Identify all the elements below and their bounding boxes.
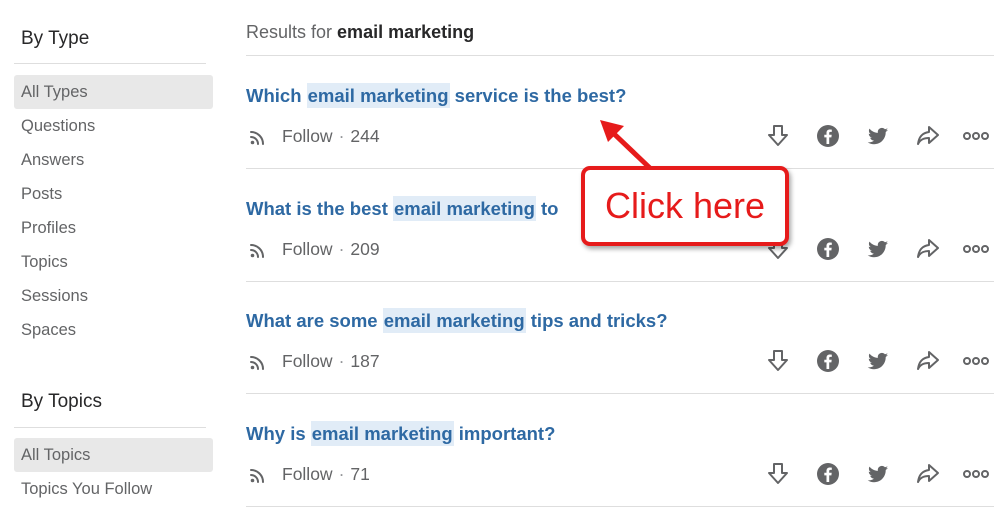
- filter-topics-you-follow[interactable]: Topics You Follow: [14, 472, 213, 506]
- question-text: service is the best?: [449, 85, 627, 106]
- twitter-icon[interactable]: [864, 122, 892, 150]
- question-text: to: [535, 198, 559, 219]
- facebook-icon[interactable]: [814, 235, 842, 263]
- follow-rss-icon: [250, 356, 264, 370]
- filter-topics[interactable]: Topics: [14, 245, 213, 279]
- query-highlight: email marketing: [382, 308, 526, 333]
- follow-count: 71: [350, 463, 370, 484]
- by-topics-heading: By Topics: [21, 391, 102, 412]
- more-icon[interactable]: [962, 460, 990, 488]
- filter-answers[interactable]: Answers: [14, 143, 213, 177]
- follow-rss-icon: [250, 244, 264, 258]
- divider: [246, 281, 994, 282]
- more-icon[interactable]: [962, 347, 990, 375]
- follow-button[interactable]: Follow · 209: [246, 235, 380, 263]
- follow-count: 209: [350, 238, 380, 259]
- divider: [246, 55, 994, 56]
- follow-count: 187: [350, 350, 380, 371]
- question-text: important?: [453, 423, 556, 444]
- by-type-heading: By Type: [21, 28, 90, 49]
- query-highlight: email marketing: [310, 421, 454, 446]
- downvote-icon[interactable]: [764, 122, 792, 150]
- filter-posts[interactable]: Posts: [14, 177, 213, 211]
- follow-button[interactable]: Follow · 187: [246, 347, 380, 375]
- filter-all-topics[interactable]: All Topics: [14, 438, 213, 472]
- separator: ·: [338, 463, 345, 484]
- query-highlight: email marketing: [306, 83, 450, 108]
- divider: [14, 427, 206, 428]
- facebook-icon[interactable]: [814, 460, 842, 488]
- divider: [246, 393, 994, 394]
- results-header: Results for email marketing: [246, 22, 474, 43]
- separator: ·: [338, 350, 345, 371]
- result-actions: [760, 347, 994, 375]
- result-question-link[interactable]: What is the best email marketing to: [246, 196, 559, 221]
- share-icon[interactable]: [914, 347, 942, 375]
- follow-count: 244: [350, 125, 380, 146]
- result-question-link[interactable]: Why is email marketing important?: [246, 421, 556, 446]
- downvote-icon[interactable]: [764, 347, 792, 375]
- follow-label: Follow: [282, 238, 333, 259]
- question-text: What is the best: [246, 198, 393, 219]
- question-text: tips and tricks?: [525, 310, 668, 331]
- facebook-icon[interactable]: [814, 122, 842, 150]
- result-actions: [760, 235, 994, 263]
- twitter-icon[interactable]: [864, 347, 892, 375]
- more-icon[interactable]: [962, 235, 990, 263]
- share-icon[interactable]: [914, 122, 942, 150]
- follow-button[interactable]: Follow · 71: [246, 460, 370, 488]
- share-icon[interactable]: [914, 460, 942, 488]
- follow-label: Follow: [282, 463, 333, 484]
- question-text: Which: [246, 85, 307, 106]
- more-icon[interactable]: [962, 122, 990, 150]
- facebook-icon[interactable]: [814, 347, 842, 375]
- follow-label: Follow: [282, 350, 333, 371]
- downvote-icon[interactable]: [764, 460, 792, 488]
- filter-questions[interactable]: Questions: [14, 109, 213, 143]
- filter-sessions[interactable]: Sessions: [14, 279, 213, 313]
- follow-button[interactable]: Follow · 244: [246, 122, 380, 150]
- result-question-link[interactable]: What are some email marketing tips and t…: [246, 308, 668, 333]
- results-prefix: Results for: [246, 22, 333, 42]
- callout-text: Click here: [604, 185, 766, 226]
- question-text: What are some: [246, 310, 383, 331]
- result-actions: [760, 122, 994, 150]
- divider: [246, 506, 994, 507]
- filter-all-types[interactable]: All Types: [14, 75, 213, 109]
- annotation-callout: Click here: [581, 166, 789, 246]
- twitter-icon[interactable]: [864, 235, 892, 263]
- follow-label: Follow: [282, 125, 333, 146]
- result-actions: [760, 460, 994, 488]
- twitter-icon[interactable]: [864, 460, 892, 488]
- filter-profiles[interactable]: Profiles: [14, 211, 213, 245]
- separator: ·: [338, 125, 345, 146]
- follow-rss-icon: [250, 469, 264, 483]
- share-icon[interactable]: [914, 235, 942, 263]
- divider: [14, 63, 206, 64]
- result-question-link[interactable]: Which email marketing service is the bes…: [246, 83, 627, 108]
- separator: ·: [338, 238, 345, 259]
- question-text: Why is: [246, 423, 311, 444]
- search-query: email marketing: [337, 22, 475, 42]
- follow-rss-icon: [250, 131, 264, 145]
- query-highlight: email marketing: [393, 196, 536, 221]
- filter-spaces[interactable]: Spaces: [14, 313, 213, 347]
